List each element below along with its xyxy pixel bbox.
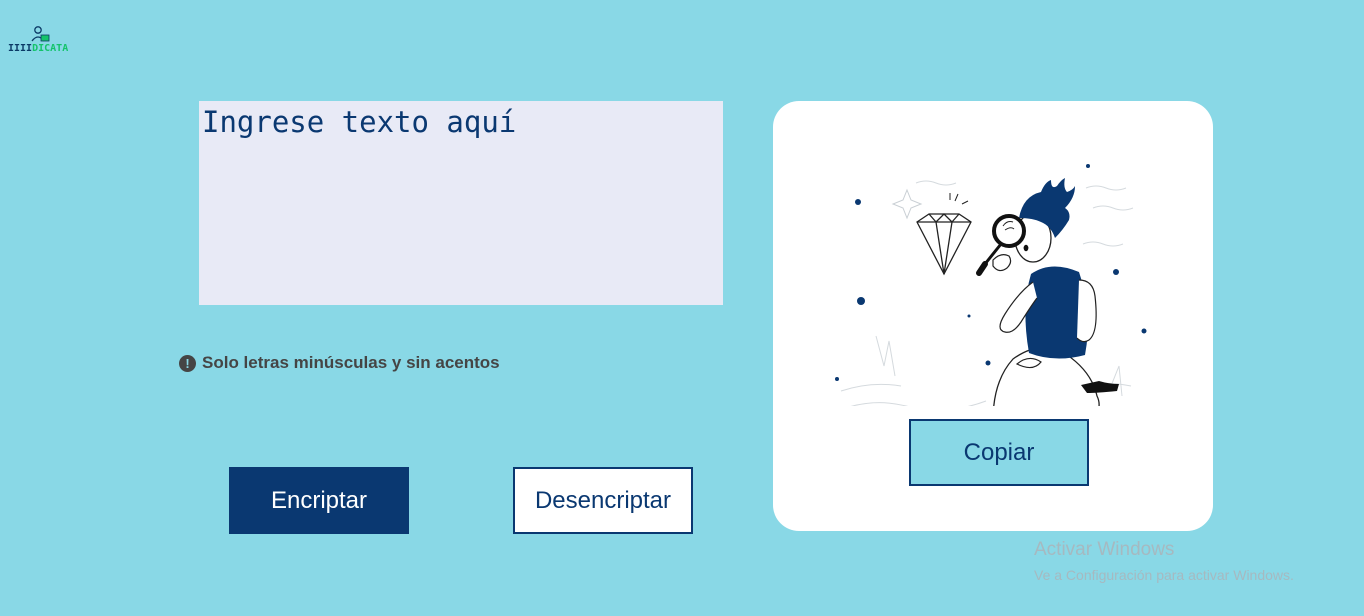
watermark-subtitle: Ve a Configuración para activar Windows. <box>1034 567 1294 583</box>
exclamation-circle-icon: ! <box>179 354 196 372</box>
windows-activation-watermark: Activar Windows Ve a Configuración para … <box>1034 539 1294 583</box>
warning-text: Solo letras minúsculas y sin acentos <box>202 353 500 372</box>
input-warning: ! Solo letras minúsculas y sin acentos <box>179 353 500 373</box>
message-input[interactable] <box>199 101 723 305</box>
decrypt-button[interactable]: Desencriptar <box>513 467 693 534</box>
output-panel: Copiar <box>773 101 1213 531</box>
person-with-magnifying-glass-and-diamond-illustration <box>835 164 1147 406</box>
encrypt-button[interactable]: Encriptar <box>229 467 409 534</box>
logo: IIIIDICATA <box>8 26 68 60</box>
person-laptop-logo-icon <box>31 26 50 42</box>
copy-button[interactable]: Copiar <box>909 419 1089 486</box>
logo-text: IIIIDICATA <box>8 43 69 54</box>
watermark-title: Activar Windows <box>1034 539 1175 560</box>
